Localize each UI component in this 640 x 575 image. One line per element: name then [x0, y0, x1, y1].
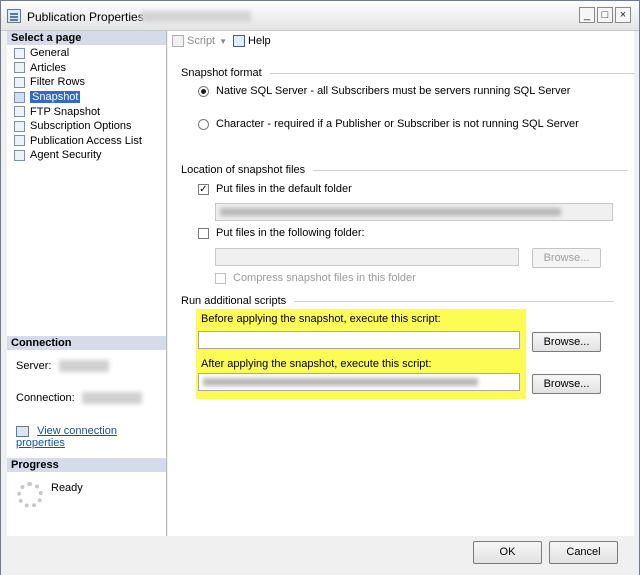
redacted-connection-name: [81, 392, 142, 405]
redacted-publication-name: [141, 11, 251, 22]
default-folder-option[interactable]: ✓ Put files in the default folder: [198, 183, 352, 195]
progress-spinner-icon: [17, 482, 43, 508]
connection-section: Connection Server: Connection: View conn…: [7, 336, 166, 449]
location-title: Location of snapshot files: [181, 164, 306, 176]
compress-label: Compress snapshot files in this folder: [233, 272, 416, 284]
page-item-snapshot[interactable]: Snapshot: [7, 90, 166, 105]
page-item-label: Subscription Options: [30, 120, 132, 133]
script-label: Script: [187, 35, 216, 47]
group-divider: [269, 72, 635, 74]
maximize-button[interactable]: □: [597, 7, 613, 23]
properties-page-icon: [14, 149, 25, 161]
default-folder-label: Put files in the default folder: [216, 183, 352, 195]
connection-properties-icon: [16, 425, 29, 437]
following-folder-checkbox[interactable]: [198, 227, 209, 239]
page-item-publication-access-list[interactable]: Publication Access List: [7, 134, 166, 149]
select-page-header: Select a page: [7, 31, 166, 45]
page-item-filter-rows[interactable]: Filter Rows: [7, 75, 166, 90]
script-dropdown-arrow-icon[interactable]: ▼: [219, 37, 227, 46]
ok-button[interactable]: OK: [473, 541, 542, 564]
view-connection-properties[interactable]: View connection properties: [16, 425, 166, 449]
dialog-footer: OK Cancel: [1, 536, 639, 575]
help-button[interactable]: Help: [233, 35, 271, 47]
character-format-radio[interactable]: [198, 118, 209, 130]
script-icon: [172, 35, 184, 47]
redacted-server-name: [58, 360, 109, 373]
group-divider: [294, 300, 615, 302]
following-folder-input[interactable]: [215, 248, 519, 266]
page-item-label: Agent Security: [30, 149, 102, 162]
toolbar: Script ▼ Help: [168, 31, 634, 51]
connection-row: Connection:: [16, 392, 142, 405]
script-button[interactable]: Script: [172, 35, 215, 47]
cancel-button[interactable]: Cancel: [549, 541, 618, 564]
page-item-label: Snapshot: [30, 91, 81, 104]
native-format-label: Native SQL Server - all Subscribers must…: [216, 85, 571, 97]
compress-option[interactable]: Compress snapshot files in this folder: [215, 272, 416, 284]
page-list: General Articles Filter Rows Snapshot FT…: [7, 45, 166, 163]
before-script-input[interactable]: [198, 331, 520, 349]
view-connection-link[interactable]: View connection properties: [16, 425, 117, 449]
browse-after-script-button[interactable]: Browse...: [532, 374, 601, 394]
location-group: Location of snapshot files: [181, 164, 629, 176]
following-folder-option[interactable]: Put files in the following folder:: [198, 227, 365, 239]
redacted-default-path: [220, 208, 561, 216]
native-format-option[interactable]: Native SQL Server - all Subscribers must…: [198, 85, 570, 97]
properties-window-icon: [7, 9, 21, 23]
snapshot-format-group: Snapshot format: [181, 67, 635, 79]
before-script-label: Before applying the snapshot, execute th…: [201, 313, 441, 325]
publication-properties-window: Publication Properties - _ □ × Select a …: [0, 0, 640, 575]
properties-page-icon: [14, 91, 25, 103]
minimize-button[interactable]: _: [579, 7, 595, 23]
browse-folder-button[interactable]: Browse...: [532, 248, 601, 268]
group-divider: [313, 169, 629, 171]
default-folder-checkbox[interactable]: ✓: [198, 183, 209, 195]
character-format-label: Character - required if a Publisher or S…: [216, 118, 579, 130]
progress-section: Progress Ready: [7, 458, 166, 508]
server-label: Server:: [16, 360, 52, 372]
connection-label: Connection:: [16, 392, 75, 404]
page-item-general[interactable]: General: [7, 46, 166, 61]
title-bar[interactable]: Publication Properties - _ □ ×: [1, 1, 639, 31]
progress-header: Progress: [7, 458, 166, 472]
help-icon: [233, 35, 246, 47]
default-folder-path: [215, 203, 613, 221]
connection-header: Connection: [7, 336, 166, 350]
server-row: Server:: [16, 360, 109, 373]
page-item-subscription-options[interactable]: Subscription Options: [7, 119, 166, 134]
following-folder-label: Put files in the following folder:: [216, 227, 365, 239]
additional-scripts-title: Run additional scripts: [181, 295, 287, 307]
filter-page-icon: [14, 76, 25, 88]
left-pane: Select a page General Articles Filter Ro…: [7, 31, 167, 536]
page-item-agent-security[interactable]: Agent Security: [7, 148, 166, 163]
progress-status: Ready: [51, 482, 83, 494]
additional-scripts-group: Run additional scripts: [181, 295, 615, 307]
window-title: Publication Properties -: [27, 10, 152, 24]
properties-page-icon: [14, 120, 25, 132]
properties-page-icon: [14, 106, 25, 118]
page-item-label: General: [30, 47, 70, 60]
after-script-label: After applying the snapshot, execute thi…: [201, 358, 432, 370]
page-item-label: Articles: [30, 61, 67, 74]
close-button[interactable]: ×: [615, 7, 631, 23]
window-controls: _ □ ×: [579, 7, 631, 23]
snapshot-page: Script ▼ Help Snapshot format Native SQL…: [168, 31, 635, 536]
page-item-label: Filter Rows: [30, 76, 86, 89]
properties-page-icon: [14, 135, 25, 147]
help-label: Help: [248, 35, 271, 47]
page-item-label: FTP Snapshot: [30, 105, 101, 118]
compress-checkbox[interactable]: [215, 272, 226, 284]
native-format-radio[interactable]: [198, 85, 209, 97]
properties-page-icon: [14, 47, 25, 59]
page-item-label: Publication Access List: [30, 134, 142, 147]
character-format-option[interactable]: Character - required if a Publisher or S…: [198, 118, 579, 130]
redacted-after-script-path: [203, 378, 479, 386]
browse-before-script-button[interactable]: Browse...: [532, 332, 601, 352]
page-item-articles[interactable]: Articles: [7, 61, 166, 76]
properties-page-icon: [14, 62, 25, 74]
snapshot-format-title: Snapshot format: [181, 67, 262, 79]
after-script-input[interactable]: [198, 373, 520, 391]
page-item-ftp-snapshot[interactable]: FTP Snapshot: [7, 104, 166, 119]
